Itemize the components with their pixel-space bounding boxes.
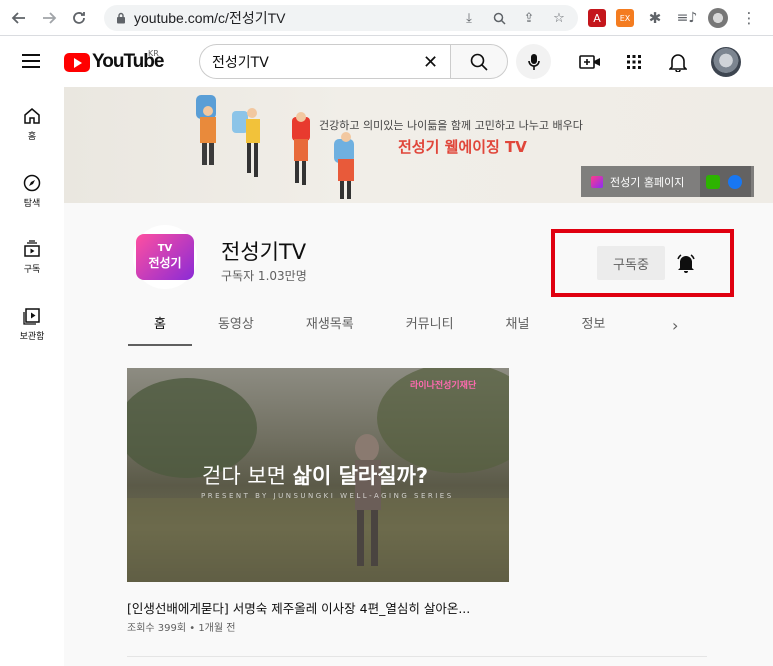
profile-avatar-icon[interactable] [708, 8, 728, 28]
channel-content: 라이나전성기재단 걷다 보면 삶이 달라질까? PRESENT BY JUNSU… [64, 346, 773, 666]
social-links [700, 166, 754, 197]
homepage-link-label: 전성기 홈페이지 [610, 175, 685, 189]
browser-toolbar: youtube.com/c/전성기TV ⤓ ⇪ ☆ A EX ✱ ≡♪ ⋮ [0, 0, 773, 36]
back-icon[interactable] [8, 7, 30, 29]
sidebar-item-subscriptions[interactable]: 구독 [0, 240, 64, 275]
banner-title: 전성기 웰에이징 TV [398, 138, 527, 156]
thumbnail-title-part-b: 삶이 달라질까? [292, 464, 429, 488]
sidebar-item-label: 홈 [27, 132, 37, 142]
channel-logo-top: TV [157, 243, 173, 254]
more-icon[interactable]: ⋮ [738, 7, 760, 29]
url-text: youtube.com/c/전성기TV [134, 10, 286, 26]
clear-search-icon[interactable]: ✕ [423, 52, 438, 73]
notifications-icon[interactable] [666, 50, 690, 74]
zoom-icon[interactable] [490, 9, 508, 27]
channel-banner: 건강하고 의미있는 나이듦을 함께 고민하고 나누고 배우다 전성기 웰에이징 … [64, 87, 773, 203]
lock-icon [116, 9, 126, 28]
share-icon[interactable]: ⇪ [520, 9, 538, 27]
home-icon [24, 108, 40, 124]
thumbnail-subtitle: PRESENT BY JUNSUNGKI WELL-AGING SERIES [201, 492, 454, 500]
video-title[interactable]: [인생선배에게묻다] 서명숙 제주올레 이사장 4편_열심히 살아온... [127, 598, 509, 617]
menu-icon[interactable] [22, 54, 40, 68]
install-icon[interactable]: ⤓ [460, 9, 478, 27]
search-input[interactable] [212, 53, 412, 70]
tab-playlists[interactable]: 재생목록 [280, 304, 380, 346]
tab-community[interactable]: 커뮤니티 [380, 304, 480, 346]
puzzle-icon[interactable]: ✱ [644, 7, 666, 29]
sidebar-item-label: 보관함 [19, 332, 45, 342]
sidebar-item-label: 구독 [23, 265, 41, 275]
hikers-illustration [196, 95, 354, 199]
create-video-icon[interactable] [578, 50, 602, 74]
featured-video-thumbnail[interactable]: 라이나전성기재단 걷다 보면 삶이 달라질까? PRESENT BY JUNSU… [127, 368, 509, 582]
search-box [199, 44, 450, 79]
channel-header: TV 전성기 전성기TV 구독자 1.03만명 구독중 홈 동영상 재생목록 커… [64, 203, 773, 346]
section-divider [127, 656, 707, 657]
channel-tabs: 홈 동영상 재생목록 커뮤니티 채널 정보 [128, 304, 631, 346]
apps-icon[interactable] [622, 50, 646, 74]
microphone-icon [527, 53, 540, 70]
tab-videos[interactable]: 동영상 [192, 304, 280, 346]
pdf-extension-icon[interactable]: A [588, 9, 606, 27]
account-avatar[interactable] [711, 47, 741, 77]
channel-logo-bottom: 전성기 [148, 256, 182, 270]
search-icon [470, 53, 488, 71]
sidebar-item-explore[interactable]: 탐색 [0, 174, 64, 209]
sidebar-item-library[interactable]: 보관함 [0, 307, 64, 342]
tab-about[interactable]: 정보 [555, 304, 631, 346]
chevron-right-icon[interactable]: › [672, 316, 678, 335]
sidebar-item-home[interactable]: 홈 [0, 107, 64, 142]
subscriptions-icon [24, 240, 40, 257]
star-icon[interactable]: ☆ [550, 9, 568, 27]
bell-ringing-icon [677, 254, 695, 273]
region-label: KR [148, 49, 159, 58]
forward-icon[interactable] [38, 7, 60, 29]
reload-icon[interactable] [68, 7, 90, 29]
tab-home[interactable]: 홈 [128, 304, 192, 346]
facebook-icon[interactable] [728, 174, 742, 189]
address-bar[interactable]: youtube.com/c/전성기TV ⤓ ⇪ ☆ [104, 5, 578, 31]
notification-bell-button[interactable] [676, 253, 696, 273]
naver-blog-icon[interactable] [706, 174, 720, 189]
media-icon[interactable]: ≡♪ [676, 7, 698, 29]
channel-avatar[interactable]: TV 전성기 [133, 225, 197, 289]
ex-extension-icon[interactable]: EX [616, 9, 634, 27]
homepage-logo-icon [591, 175, 603, 188]
play-logo-icon [64, 52, 90, 72]
voice-search-button[interactable] [516, 44, 551, 79]
channel-name: 전성기TV [221, 240, 307, 264]
mini-guide: 홈 탐색 구독 보관함 [0, 87, 64, 666]
sidebar-item-label: 탐색 [23, 199, 41, 209]
subscriber-count: 구독자 1.03만명 [221, 269, 307, 283]
subscribed-button[interactable]: 구독중 [597, 246, 665, 280]
banner-tagline: 건강하고 의미있는 나이듦을 함께 고민하고 나누고 배우다 [319, 119, 583, 132]
library-icon [23, 308, 40, 325]
channel-logo: TV 전성기 [136, 234, 194, 280]
tab-channels[interactable]: 채널 [480, 304, 556, 346]
compass-icon [23, 174, 41, 192]
video-metadata: 조회수 399회 • 1개월 전 [127, 623, 236, 634]
thumbnail-title-part-a: 걷다 보면 [202, 464, 293, 488]
thumbnail-title: 걷다 보면 삶이 달라질까? [202, 460, 428, 490]
youtube-masthead: YouTube KR ✕ [0, 37, 773, 87]
thumbnail-logo: 라이나전성기재단 [410, 381, 477, 391]
search-button[interactable] [450, 44, 508, 79]
